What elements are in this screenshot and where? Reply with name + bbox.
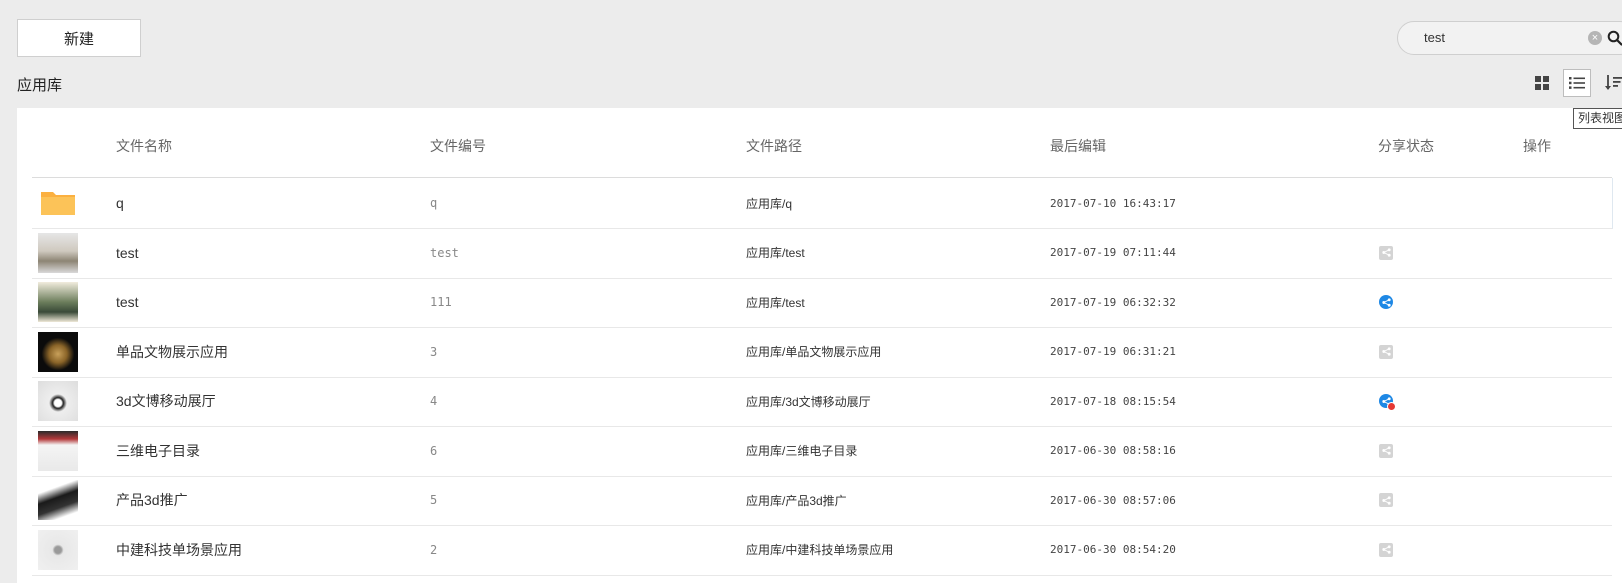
last-edited: 2017-07-18 08:15:54 (1050, 394, 1176, 408)
table-header: 文件名称 文件编号 文件路径 最后编辑 分享状态 操作 (32, 137, 1612, 178)
share-icon[interactable] (1379, 344, 1393, 359)
share-status[interactable] (1378, 426, 1394, 476)
thumbnail-image (38, 529, 78, 570)
file-path: 应用库/中建科技单场景应用 (746, 543, 894, 557)
search-input[interactable] (1424, 30, 1574, 45)
file-name[interactable]: test (116, 228, 139, 278)
file-code: 4 (430, 394, 438, 408)
last-edited: 2017-06-30 08:57:06 (1050, 493, 1176, 507)
table-row[interactable]: 单品文物展示应用 3 应用库/单品文物展示应用 2017-07-19 06:31… (32, 327, 1612, 378)
file-table-panel: 文件名称 文件编号 文件路径 最后编辑 分享状态 操作 q q 应用库/q 20… (17, 108, 1622, 583)
share-status[interactable] (1378, 178, 1394, 228)
file-name[interactable]: 单品文物展示应用 (116, 327, 228, 377)
thumbnail-image (38, 232, 78, 273)
share-status[interactable] (1378, 475, 1394, 525)
file-name[interactable]: 中建科技单场景应用 (116, 525, 242, 575)
file-name[interactable]: 3d文博移动展厅 (116, 376, 216, 426)
share-icon[interactable] (1379, 443, 1393, 458)
table-row[interactable]: q q 应用库/q 2017-07-10 16:43:17 (32, 178, 1613, 229)
folder-icon (41, 192, 75, 215)
file-code: q (430, 196, 438, 210)
new-button[interactable]: 新建 (17, 19, 141, 57)
file-code: 3 (430, 344, 438, 359)
page-title: 应用库 (17, 77, 63, 94)
column-header-code[interactable]: 文件编号 (430, 137, 486, 155)
share-status[interactable] (1378, 327, 1394, 377)
table-row[interactable]: 3d文博移动展厅 4 应用库/3d文博移动展厅 2017-07-18 08:15… (32, 376, 1612, 427)
column-header-share: 分享状态 (1378, 138, 1434, 154)
share-icon[interactable] (1379, 394, 1396, 411)
last-edited: 2017-07-19 06:32:32 (1050, 295, 1176, 309)
column-header-edited[interactable]: 最后编辑 (1050, 137, 1106, 155)
last-edited: 2017-07-10 16:43:17 (1050, 196, 1176, 210)
share-icon[interactable] (1379, 542, 1393, 557)
file-code: 5 (430, 493, 438, 507)
file-path: 应用库/test (746, 246, 805, 260)
file-path: 应用库/test (746, 295, 805, 310)
file-path: 应用库/单品文物展示应用 (746, 345, 882, 359)
file-name[interactable]: q (116, 178, 124, 228)
alert-badge (1387, 402, 1396, 411)
file-name[interactable]: 三维电子目录 (116, 426, 200, 476)
file-name[interactable]: 产品3d推广 (116, 475, 188, 525)
column-header-actions: 操作 (1523, 138, 1551, 154)
table-row[interactable]: 三维电子目录 6 应用库/三维电子目录 2017-06-30 08:58:16 (32, 426, 1612, 477)
column-header-name[interactable]: 文件名称 (116, 137, 172, 155)
table-row[interactable]: 产品3d推广 5 应用库/产品3d推广 2017-06-30 08:57:06 (32, 475, 1612, 526)
thumbnail-image (38, 282, 78, 322)
share-status[interactable] (1378, 525, 1394, 575)
table-row[interactable]: test 111 应用库/test 2017-07-19 06:32:32 (32, 277, 1612, 328)
share-icon[interactable] (1379, 245, 1393, 260)
last-edited: 2017-07-19 07:11:44 (1050, 246, 1176, 259)
list-icon (1569, 77, 1585, 89)
last-edited: 2017-07-19 06:31:21 (1050, 345, 1176, 358)
share-status[interactable] (1378, 277, 1394, 327)
grid-icon (1535, 76, 1549, 90)
file-code: 111 (430, 295, 452, 309)
sort-icon (1605, 75, 1622, 90)
list-view-button[interactable] (1563, 69, 1591, 97)
share-icon[interactable] (1379, 493, 1393, 507)
thumbnail-image (38, 430, 78, 471)
share-status[interactable] (1378, 376, 1396, 426)
table-row[interactable]: 中建科技单场景应用 2 应用库/中建科技单场景应用 2017-06-30 08:… (32, 525, 1612, 576)
grid-view-button[interactable] (1528, 69, 1556, 97)
file-code: test (430, 245, 459, 260)
thumbnail-image (38, 331, 78, 372)
share-status[interactable] (1378, 228, 1394, 278)
clear-search-icon[interactable]: × (1588, 31, 1602, 45)
list-view-tooltip: 列表视图 (1573, 108, 1622, 129)
file-path: 应用库/三维电子目录 (746, 444, 858, 458)
file-path: 应用库/3d文博移动展厅 (746, 394, 871, 409)
column-header-path[interactable]: 文件路径 (746, 137, 802, 155)
last-edited: 2017-06-30 08:54:20 (1050, 543, 1176, 556)
file-name[interactable]: test (116, 277, 139, 327)
thumbnail-image (38, 480, 78, 520)
thumbnail-image (38, 381, 78, 421)
search-box[interactable]: × (1397, 21, 1622, 55)
table-row[interactable]: test test 应用库/test 2017-07-19 07:11:44 (32, 228, 1612, 279)
file-path: 应用库/q (746, 196, 793, 211)
file-path: 应用库/产品3d推广 (746, 493, 847, 508)
file-code: 6 (430, 443, 438, 458)
sort-button[interactable] (1600, 69, 1622, 97)
search-icon[interactable] (1607, 30, 1622, 46)
last-edited: 2017-06-30 08:58:16 (1050, 444, 1176, 457)
share-icon[interactable] (1379, 295, 1393, 309)
file-code: 2 (430, 542, 438, 557)
